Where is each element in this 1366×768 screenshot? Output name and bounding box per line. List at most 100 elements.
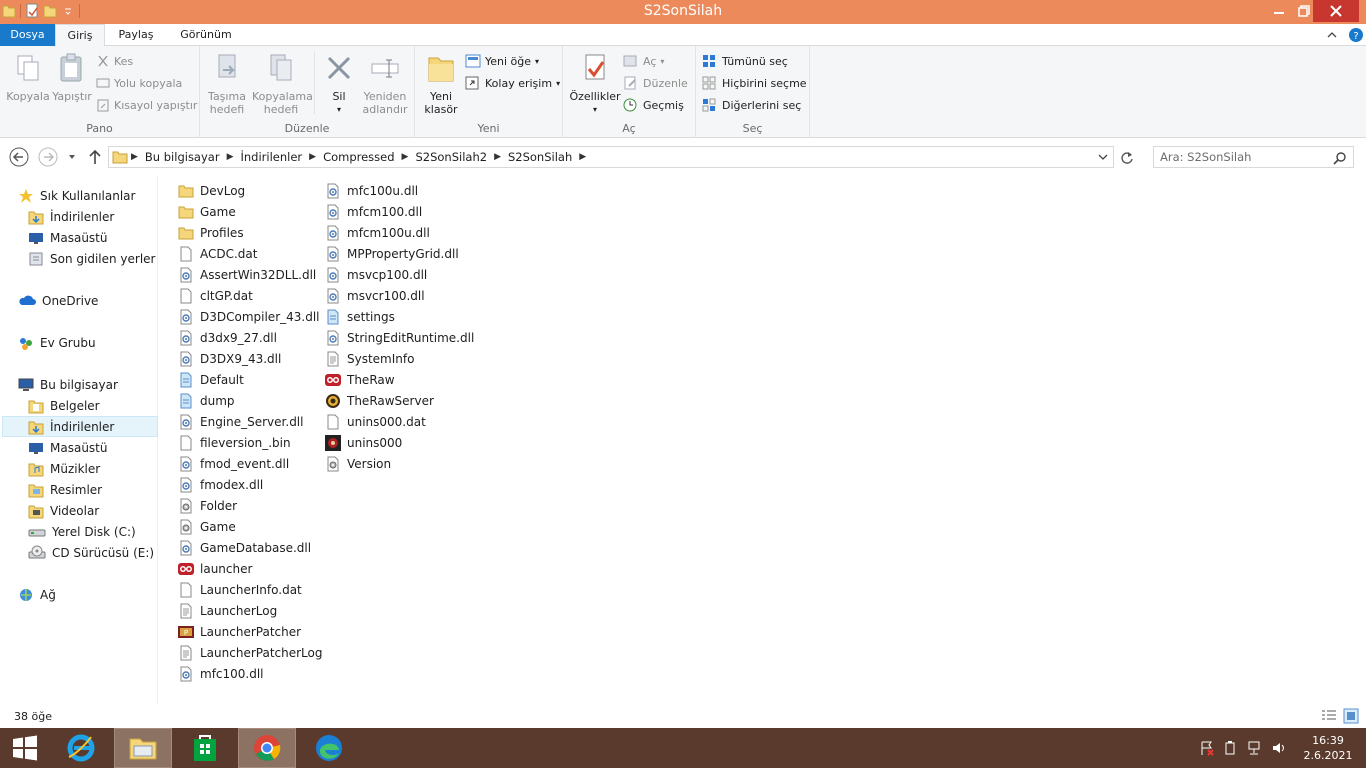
nav-item-videos[interactable]: Videolar	[28, 500, 184, 521]
invert-selection-button[interactable]: Diğerlerini seç	[702, 95, 801, 115]
nav-homegroup[interactable]: Ev Grubu	[18, 332, 174, 353]
file-item[interactable]: GameDatabase.dll	[178, 537, 311, 558]
breadcrumb-downloads[interactable]: İndirilenler	[236, 150, 306, 164]
file-item[interactable]: mfc100.dll	[178, 663, 264, 684]
nav-item-pictures[interactable]: Resimler	[28, 479, 184, 500]
chevron-right-icon[interactable]: ▶	[576, 152, 589, 162]
properties-button[interactable]: Özellikler ▾	[567, 50, 623, 116]
nav-item-downloads[interactable]: İndirilenler	[28, 206, 184, 227]
chevron-right-icon[interactable]: ▶	[399, 152, 412, 162]
file-item[interactable]: fileversion_.bin	[178, 432, 291, 453]
file-item[interactable]: SystemInfo	[325, 348, 414, 369]
file-item[interactable]: Game	[178, 201, 236, 222]
nav-network[interactable]: Ağ	[18, 584, 174, 605]
paste-shortcut-button[interactable]: Kısayol yapıştır	[96, 95, 197, 115]
paste-button[interactable]: Yapıştır	[52, 50, 92, 103]
up-button[interactable]	[85, 147, 105, 167]
easy-access-button[interactable]: Kolay erişim ▾	[465, 73, 560, 93]
file-item[interactable]: Engine_Server.dll	[178, 411, 303, 432]
file-item[interactable]: ACDC.dat	[178, 243, 258, 264]
nav-favorites[interactable]: Sık Kullanılanlar	[18, 185, 174, 206]
file-item[interactable]: Folder	[178, 495, 237, 516]
rename-button[interactable]: Yeniden adlandır	[360, 50, 410, 116]
network-tray-icon[interactable]	[1247, 740, 1263, 756]
start-button[interactable]	[0, 728, 50, 768]
file-item[interactable]: LauncherInfo.dat	[178, 579, 302, 600]
file-item[interactable]: fmod_event.dll	[178, 453, 289, 474]
file-item[interactable]: D3DX9_43.dll	[178, 348, 281, 369]
breadcrumb-s2sonsilah[interactable]: S2SonSilah	[504, 150, 576, 164]
tab-view[interactable]: Görünüm	[166, 24, 246, 46]
tab-home[interactable]: Giriş	[55, 24, 105, 47]
address-bar[interactable]: ▶ Bu bilgisayar ▶ İndirilenler ▶ Compres…	[108, 146, 1114, 168]
recent-locations-button[interactable]	[62, 147, 82, 167]
delete-button[interactable]: Sil ▾	[320, 50, 358, 116]
file-item[interactable]: Game	[178, 516, 236, 537]
nav-item-music[interactable]: Müzikler	[28, 458, 184, 479]
taskbar-internet-explorer[interactable]	[52, 728, 110, 768]
file-item[interactable]: fmodex.dll	[178, 474, 263, 495]
close-button[interactable]	[1313, 0, 1359, 22]
chevron-right-icon[interactable]: ▶	[491, 152, 504, 162]
file-item[interactable]: MPPropertyGrid.dll	[325, 243, 459, 264]
nav-item-local-disk[interactable]: Yerel Disk (C:)	[28, 521, 184, 542]
file-item[interactable]: D3DCompiler_43.dll	[178, 306, 320, 327]
history-button[interactable]: Geçmiş	[623, 95, 684, 115]
tab-share[interactable]: Paylaş	[108, 24, 164, 46]
copy-to-button[interactable]: Kopyalama hedefi	[252, 50, 313, 116]
file-item[interactable]: mfc100u.dll	[325, 180, 418, 201]
new-folder-button[interactable]: Yeni klasör	[421, 50, 461, 116]
file-item[interactable]: TheRaw	[325, 369, 395, 390]
file-item[interactable]: Default	[178, 369, 244, 390]
search-icon[interactable]	[1333, 151, 1347, 165]
power-icon[interactable]	[1223, 740, 1237, 756]
clock[interactable]: 16:39 2.6.2021	[1296, 733, 1360, 763]
file-item[interactable]: settings	[325, 306, 395, 327]
file-item[interactable]: AssertWin32DLL.dll	[178, 264, 316, 285]
help-icon[interactable]: ?	[1348, 27, 1364, 43]
volume-icon[interactable]	[1271, 740, 1287, 756]
move-to-button[interactable]: Taşıma hedefi	[206, 50, 248, 116]
copy-path-button[interactable]: Yolu kopyala	[96, 73, 182, 93]
taskbar-store[interactable]	[176, 728, 234, 768]
open-button[interactable]: Aç ▾	[623, 51, 664, 71]
select-none-button[interactable]: Hiçbirini seçme	[702, 73, 807, 93]
chevron-down-icon[interactable]	[1097, 151, 1109, 163]
action-center-flag-icon[interactable]	[1199, 740, 1215, 756]
file-item[interactable]: unins000	[325, 432, 402, 453]
file-item[interactable]: Version	[325, 453, 391, 474]
search-input[interactable]: Ara: S2SonSilah	[1153, 146, 1354, 168]
file-item[interactable]: msvcr100.dll	[325, 285, 425, 306]
taskbar-file-explorer[interactable]	[114, 728, 172, 768]
nav-item-desktop[interactable]: Masaüstü	[28, 227, 184, 248]
nav-item-recent-places[interactable]: Son gidilen yerler	[28, 248, 184, 269]
nav-onedrive[interactable]: OneDrive	[18, 290, 174, 311]
collapse-ribbon-icon[interactable]	[1326, 29, 1338, 41]
edit-button[interactable]: Düzenle	[623, 73, 688, 93]
large-icons-view-icon[interactable]	[1343, 708, 1359, 724]
file-item[interactable]: Profiles	[178, 222, 244, 243]
file-item[interactable]: TheRawServer	[325, 390, 434, 411]
select-all-button[interactable]: Tümünü seç	[702, 51, 788, 71]
chevron-right-icon[interactable]: ▶	[224, 152, 237, 162]
nav-item-cd-drive[interactable]: CD Sürücüsü (E:)	[28, 542, 184, 563]
file-item[interactable]: LauncherPatcherLog	[178, 642, 322, 663]
file-item[interactable]: unins000.dat	[325, 411, 426, 432]
file-item[interactable]: DevLog	[178, 180, 245, 201]
nav-item-documents[interactable]: Belgeler	[28, 395, 184, 416]
cut-button[interactable]: Kes	[96, 51, 133, 71]
back-button[interactable]	[9, 147, 29, 167]
breadcrumb-compressed[interactable]: Compressed	[319, 150, 398, 164]
new-item-button[interactable]: Yeni öğe ▾	[465, 51, 539, 71]
file-item[interactable]: launcher	[178, 558, 252, 579]
refresh-icon[interactable]	[1119, 150, 1135, 166]
nav-this-pc[interactable]: Bu bilgisayar	[18, 374, 174, 395]
taskbar-edge[interactable]	[300, 728, 358, 768]
taskbar-chrome[interactable]	[238, 728, 296, 768]
file-item[interactable]: cltGP.dat	[178, 285, 253, 306]
tab-file[interactable]: Dosya	[0, 24, 55, 46]
details-view-icon[interactable]	[1321, 709, 1337, 723]
file-item[interactable]: mfcm100.dll	[325, 201, 422, 222]
chevron-right-icon[interactable]: ▶	[128, 152, 141, 162]
file-item[interactable]: StringEditRuntime.dll	[325, 327, 474, 348]
